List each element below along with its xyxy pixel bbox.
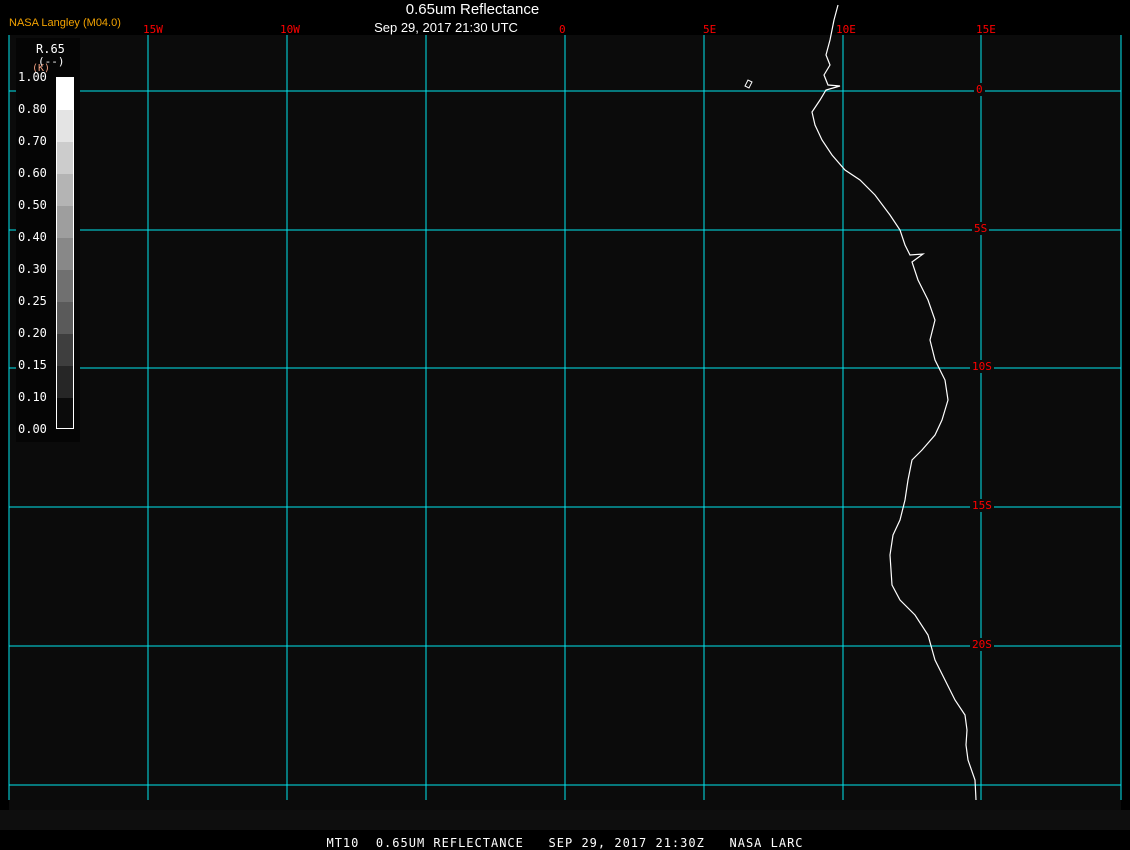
- footer-strip: [0, 810, 1130, 830]
- legend-swatch: [57, 366, 73, 398]
- map-canvas: [0, 4, 1130, 830]
- legend-tick: 0.25: [18, 294, 47, 308]
- legend-swatch: [57, 174, 73, 206]
- legend-swatch: [57, 206, 73, 238]
- legend-tick: 0.20: [18, 326, 47, 340]
- lat-label: 5S: [972, 222, 990, 235]
- legend-swatch: [57, 334, 73, 366]
- lon-label: 0: [559, 23, 566, 36]
- legend-variable: R.65: [36, 42, 65, 56]
- legend-swatch: [57, 142, 73, 174]
- lon-label: 5E: [703, 23, 717, 36]
- legend-tick: 0.15: [18, 358, 47, 372]
- legend-tick: 1.00: [18, 70, 47, 84]
- lon-label: 15E: [976, 23, 996, 36]
- color-legend: R.65 (--) (K) 1.00 0.80 0.70 0.60 0.50 0.40 0.…: [16, 38, 80, 442]
- legend-colorbar: [56, 77, 74, 429]
- legend-swatch: [57, 398, 73, 428]
- legend-tick: 0.50: [18, 198, 47, 212]
- lat-label: 15S: [970, 499, 994, 512]
- legend-swatch: [57, 270, 73, 302]
- lon-label: 15W: [143, 23, 163, 36]
- footer-caption: MT10 0.65UM REFLECTANCE SEP 29, 2017 21:…: [326, 836, 804, 850]
- legend-tick: 0.10: [18, 390, 47, 404]
- legend-tick: 0.00: [18, 422, 47, 436]
- lat-label: 0: [974, 83, 985, 96]
- legend-tick: 0.80: [18, 102, 47, 116]
- map-title: 0.65um Reflectance: [405, 1, 540, 18]
- legend-tick: 0.40: [18, 230, 47, 244]
- legend-swatch: [57, 110, 73, 142]
- map-subtitle: Sep 29, 2017 21:30 UTC: [374, 20, 518, 35]
- legend-tick: 0.60: [18, 166, 47, 180]
- legend-swatch: [57, 302, 73, 334]
- legend-swatch: [57, 238, 73, 270]
- lon-label: 10W: [280, 23, 300, 36]
- lon-label: 10E: [836, 23, 856, 36]
- legend-tick: 0.70: [18, 134, 47, 148]
- lat-label: 10S: [970, 360, 994, 373]
- lat-label: 20S: [970, 638, 994, 651]
- legend-swatch: [57, 78, 73, 110]
- legend-tick: 0.30: [18, 262, 47, 276]
